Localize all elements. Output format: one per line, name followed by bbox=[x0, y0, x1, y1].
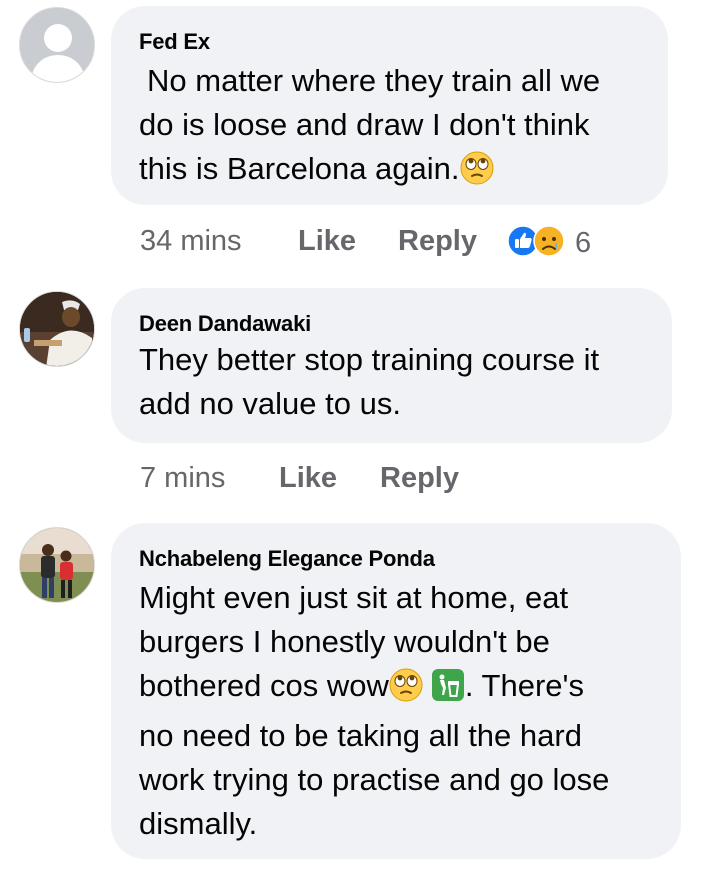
comment-text-line-with-emoji: this is Barcelona again. bbox=[139, 147, 659, 197]
avatar-photo[interactable] bbox=[19, 527, 95, 603]
comment-author[interactable]: Deen Dandawaki bbox=[139, 311, 311, 337]
eye-roll-emoji-icon bbox=[460, 151, 494, 197]
comment-text-line: do is loose and draw I don't think bbox=[139, 107, 590, 142]
comment-text-line: no need to be taking all the hard bbox=[139, 718, 582, 753]
avatar-default-profile[interactable] bbox=[19, 7, 95, 83]
comment-text-fragment: this is Barcelona again. bbox=[139, 151, 460, 186]
comment-text-line: add no value to us. bbox=[139, 386, 401, 421]
comment-text-fragment: . There's bbox=[464, 668, 584, 703]
comment-text-fragment: bothered cos wow bbox=[139, 668, 389, 703]
comment-text: They better stop training course it add … bbox=[139, 338, 664, 426]
eye-roll-emoji-icon bbox=[389, 668, 423, 714]
comment-text-line: work trying to practise and go lose bbox=[139, 762, 610, 797]
reaction-count: 6 bbox=[575, 227, 592, 259]
reply-button[interactable]: Reply bbox=[380, 462, 459, 495]
comment-text-line: dismally. bbox=[139, 806, 258, 841]
comment-text-line: Might even just sit at home, eat bbox=[139, 580, 569, 615]
comment-timestamp[interactable]: 34 mins bbox=[140, 225, 242, 258]
reactions-summary[interactable]: 6 bbox=[507, 225, 591, 262]
reply-button[interactable]: Reply bbox=[398, 225, 477, 258]
comment-text-line: They better stop training course it bbox=[139, 342, 600, 377]
sad-face-reaction-icon bbox=[533, 225, 565, 262]
comment-author[interactable]: Nchabeleng Elegance Ponda bbox=[139, 546, 435, 572]
litter-bin-emoji-icon bbox=[431, 668, 465, 714]
comment-text-line: No matter where they train all we bbox=[147, 63, 601, 98]
comment-text: No matter where they train all we do is … bbox=[139, 59, 659, 197]
like-button[interactable]: Like bbox=[279, 462, 337, 495]
like-button[interactable]: Like bbox=[298, 225, 356, 258]
comment-text: Might even just sit at home, eat burgers… bbox=[139, 576, 674, 846]
comment-text-line-with-emoji: bothered cos wow . There's bbox=[139, 664, 674, 714]
comment-text-line: burgers I honestly wouldn't be bbox=[139, 624, 550, 659]
comment-author[interactable]: Fed Ex bbox=[139, 29, 210, 55]
comment-timestamp[interactable]: 7 mins bbox=[140, 462, 225, 495]
avatar-photo[interactable] bbox=[19, 291, 95, 367]
